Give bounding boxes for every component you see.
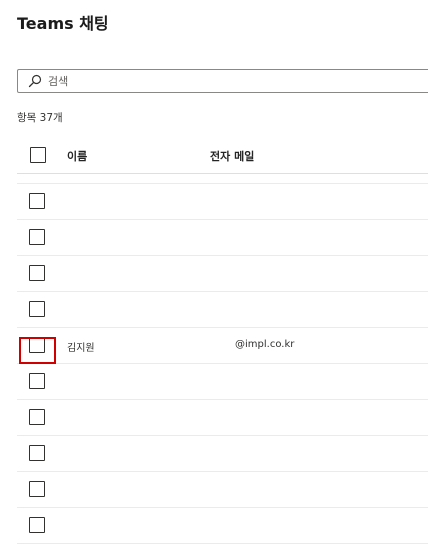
row-checkbox[interactable]	[29, 229, 45, 245]
table-row[interactable]	[17, 508, 428, 544]
table-row[interactable]: 김지원 @impl.co.kr	[17, 328, 428, 364]
search-icon	[28, 74, 42, 88]
column-header-email[interactable]: 전자 메일	[210, 148, 254, 164]
table-header: 이름 전자 메일	[17, 136, 428, 174]
table-row[interactable]	[17, 220, 428, 256]
row-checkbox[interactable]	[29, 301, 45, 317]
table-row[interactable]	[17, 436, 428, 472]
row-checkbox[interactable]	[29, 193, 45, 209]
column-header-name[interactable]: 이름	[67, 148, 87, 164]
table-row[interactable]	[17, 256, 428, 292]
row-checkbox[interactable]	[29, 265, 45, 281]
select-all-checkbox[interactable]	[30, 147, 46, 163]
row-checkbox[interactable]	[29, 409, 45, 425]
row-checkbox[interactable]	[29, 337, 45, 353]
search-box[interactable]	[17, 69, 428, 93]
row-checkbox[interactable]	[29, 373, 45, 389]
item-count: 항목 37개	[17, 112, 63, 124]
table-row[interactable]	[17, 364, 428, 400]
table-row[interactable]	[17, 292, 428, 328]
table-row[interactable]	[17, 174, 428, 184]
row-name: 김지원	[67, 343, 95, 354]
table-body: 김지원 @impl.co.kr	[17, 174, 428, 556]
row-checkbox[interactable]	[29, 517, 45, 533]
row-checkbox[interactable]	[29, 445, 45, 461]
page-title: Teams 채팅	[17, 14, 109, 33]
table-row[interactable]	[17, 184, 428, 220]
row-email: @impl.co.kr	[235, 339, 295, 350]
teams-chat-page: Teams 채팅 항목 37개 이름 전자 메일 김지원 @impl.co.kr	[0, 0, 428, 556]
search-input[interactable]	[48, 70, 408, 92]
row-checkbox[interactable]	[29, 481, 45, 497]
table-row[interactable]	[17, 400, 428, 436]
table-row[interactable]	[17, 472, 428, 508]
